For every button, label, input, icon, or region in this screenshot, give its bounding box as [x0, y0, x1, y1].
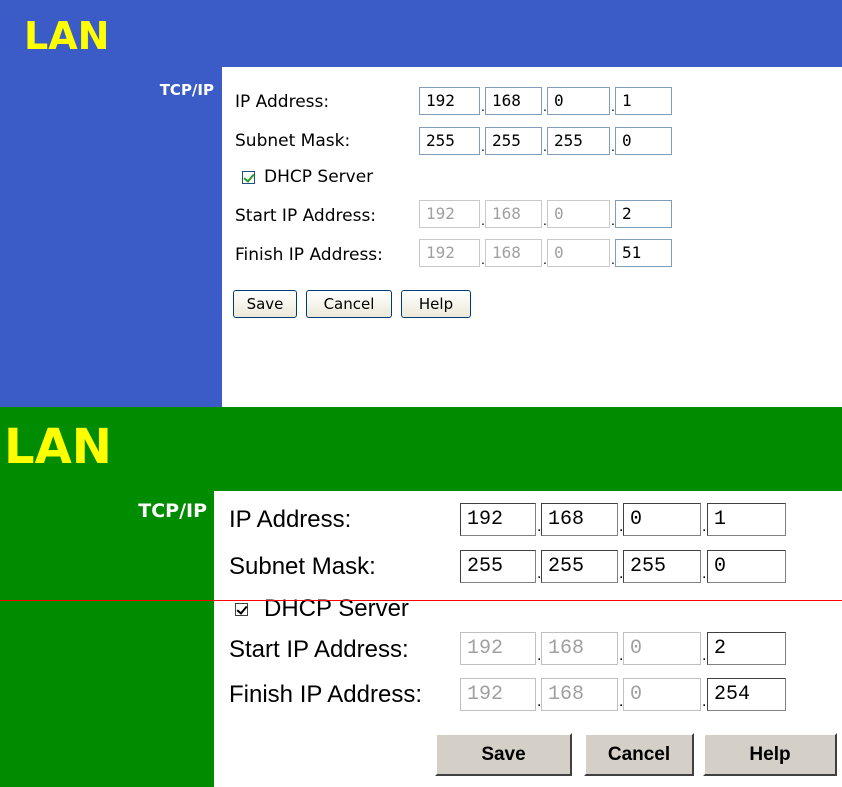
start-octet-3-input: 0	[547, 200, 610, 228]
help-button[interactable]: Help	[401, 290, 471, 318]
ip-octet-1-input[interactable]: 192	[419, 87, 480, 115]
header-bar	[0, 407, 842, 491]
ip-octet-4-input[interactable]: 1	[615, 87, 672, 115]
start-octet-1-input: 192	[460, 632, 536, 665]
octet-separator: .	[702, 647, 707, 664]
mask-octet-2-input[interactable]: 255	[541, 550, 618, 583]
ip-octet-1-input[interactable]: 192	[460, 503, 536, 536]
mask-octet-3-input[interactable]: 255	[547, 127, 610, 155]
sidebar	[0, 67, 222, 407]
ip-octet-2-input[interactable]: 168	[541, 503, 618, 536]
dhcp-server-label: DHCP Server	[264, 167, 374, 187]
save-button[interactable]: Save	[435, 733, 572, 776]
finish-octet-1-input: 192	[460, 678, 536, 711]
cancel-button[interactable]: Cancel	[306, 290, 392, 318]
header-bar	[0, 0, 842, 67]
lan-panel-blue: LAN TCP/IP IP Address: 192 . 168 . 0 . 1…	[0, 0, 842, 407]
octet-separator: .	[702, 518, 707, 535]
start-octet-4-input[interactable]: 2	[707, 632, 786, 665]
start-octet-1-input: 192	[419, 200, 480, 228]
subnet-mask-label: Subnet Mask:	[229, 553, 376, 580]
mask-octet-1-input[interactable]: 255	[419, 127, 480, 155]
mask-octet-3-input[interactable]: 255	[623, 550, 701, 583]
section-label-tcpip: TCP/IP	[138, 500, 207, 522]
start-ip-label: Start IP Address:	[229, 636, 409, 663]
ip-octet-4-input[interactable]: 1	[707, 503, 786, 536]
ip-octet-3-input[interactable]: 0	[547, 87, 610, 115]
octet-separator: .	[702, 565, 707, 582]
ip-octet-2-input[interactable]: 168	[485, 87, 542, 115]
ip-address-label: IP Address:	[229, 506, 352, 533]
finish-octet-3-input: 0	[623, 678, 701, 711]
start-octet-4-input[interactable]: 2	[615, 200, 672, 228]
finish-octet-2-input: 168	[485, 239, 542, 267]
start-ip-label: Start IP Address:	[235, 206, 377, 226]
section-label-tcpip: TCP/IP	[159, 81, 214, 99]
start-octet-2-input: 168	[541, 632, 618, 665]
finish-octet-4-input[interactable]: 51	[615, 239, 672, 267]
subnet-mask-label: Subnet Mask:	[235, 131, 351, 151]
finish-ip-label: Finish IP Address:	[229, 681, 422, 708]
start-octet-3-input: 0	[623, 632, 701, 665]
ip-octet-3-input[interactable]: 0	[623, 503, 701, 536]
page-title: LAN	[4, 419, 112, 475]
ip-address-label: IP Address:	[235, 92, 330, 112]
cancel-button[interactable]: Cancel	[584, 733, 694, 776]
dhcp-server-checkbox[interactable]	[242, 171, 255, 184]
finish-octet-4-input[interactable]: 254	[707, 678, 786, 711]
mask-octet-4-input[interactable]: 0	[615, 127, 672, 155]
finish-octet-3-input: 0	[547, 239, 610, 267]
finish-octet-2-input: 168	[541, 678, 618, 711]
red-divider-line	[0, 600, 842, 601]
dhcp-server-checkbox[interactable]	[235, 603, 248, 616]
help-button[interactable]: Help	[703, 733, 837, 776]
mask-octet-2-input[interactable]: 255	[485, 127, 542, 155]
octet-separator: .	[702, 693, 707, 710]
sidebar	[0, 491, 214, 787]
page-title: LAN	[24, 14, 110, 58]
lan-panel-green: LAN TCP/IP IP Address: 192 . 168 . 0 . 1…	[0, 407, 842, 787]
start-octet-2-input: 168	[485, 200, 542, 228]
finish-octet-1-input: 192	[419, 239, 480, 267]
mask-octet-4-input[interactable]: 0	[707, 550, 786, 583]
mask-octet-1-input[interactable]: 255	[460, 550, 536, 583]
finish-ip-label: Finish IP Address:	[235, 245, 383, 265]
save-button[interactable]: Save	[233, 290, 297, 318]
